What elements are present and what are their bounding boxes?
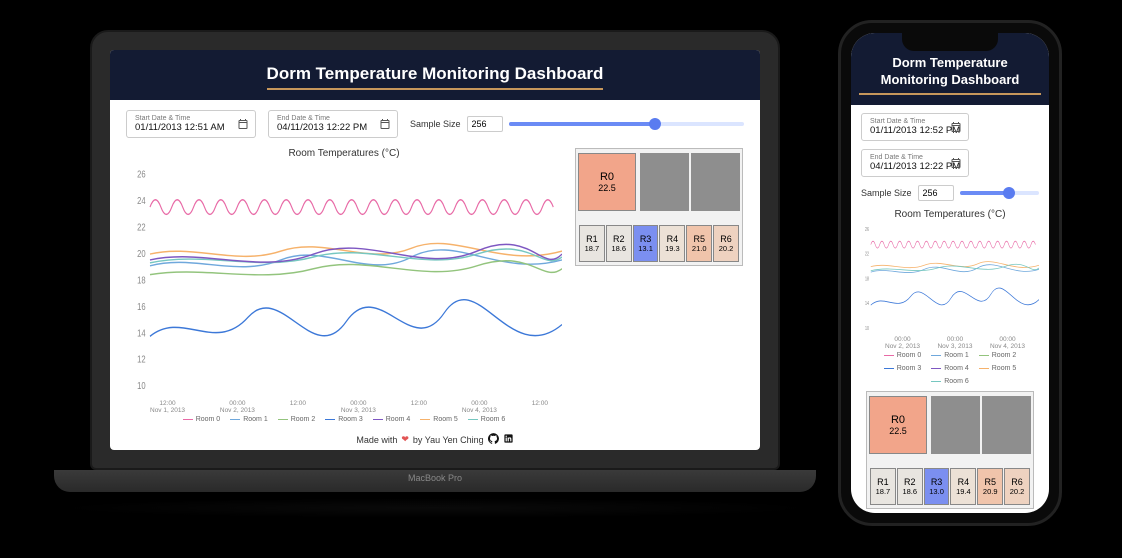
sample-size-label: Sample Size xyxy=(410,119,461,129)
calendar-icon[interactable] xyxy=(237,118,249,130)
room-R4[interactable]: R419.3 xyxy=(659,225,685,262)
legend-item[interactable]: Room 0 xyxy=(183,416,221,423)
x-axis-laptop: 12:00Nov 1, 201300:00Nov 2, 201312:0000:… xyxy=(126,398,562,414)
series-room3 xyxy=(150,300,562,337)
legend-item[interactable]: Room 4 xyxy=(373,416,411,423)
end-date-field[interactable]: End Date & Time 04/11/2013 12:22 PM xyxy=(268,110,398,138)
start-date-value: 01/11/2013 12:51 AM xyxy=(135,122,247,133)
svg-text:14: 14 xyxy=(865,300,869,306)
room-R2[interactable]: R218.6 xyxy=(606,225,632,262)
github-icon[interactable] xyxy=(488,433,499,446)
room-R4[interactable]: R419.4 xyxy=(950,468,976,505)
chart-title: Room Temperatures (°C) xyxy=(126,148,562,159)
chart-legend-phone: Room 0 Room 1 Room 2 Room 3 Room 4 Room 5 Room… xyxy=(861,352,1039,385)
svg-text:26: 26 xyxy=(137,169,145,180)
legend-item[interactable]: Room 1 xyxy=(230,416,268,423)
end-date-value: 04/11/2013 12:22 PM xyxy=(277,122,389,133)
temperature-chart[interactable]: 26 22 18 14 10 xyxy=(861,224,1039,334)
legend-item[interactable]: Room 0 xyxy=(884,352,922,359)
sample-size-control: Sample Size xyxy=(861,185,1039,201)
svg-text:22: 22 xyxy=(137,221,145,232)
page-title: Dorm Temperature Monitoring Dashboard xyxy=(859,55,1041,95)
slider-fill xyxy=(509,122,655,126)
phone-notch xyxy=(902,33,998,51)
room-R1[interactable]: R118.7 xyxy=(579,225,605,262)
series-room0 xyxy=(150,200,553,215)
heart-icon: ❤ xyxy=(401,434,409,445)
room-R0[interactable]: R0 22.5 xyxy=(578,153,636,211)
svg-text:14: 14 xyxy=(137,327,145,338)
chart-panel: Room Temperatures (°C) 26 24 22 20 18 16 14… xyxy=(126,148,562,423)
controls-row: Start Date & Time 01/11/2013 12:51 AM En… xyxy=(110,100,760,148)
sample-size-control: Sample Size xyxy=(410,116,744,132)
floorplan: R0 22.5 R118.7R218.6R313.1R419.3R521.0R6… xyxy=(575,148,743,266)
slider-fill xyxy=(960,191,1009,195)
room-R6[interactable]: R620.2 xyxy=(1004,468,1030,505)
legend-item[interactable]: Room 5 xyxy=(420,416,458,423)
room-row-phone: R118.7R218.6R313.0R419.4R520.9R620.2 xyxy=(867,468,1033,508)
chart-legend: Room 0 Room 1 Room 2 Room 3 Room 4 Room 5 Room… xyxy=(126,416,562,423)
svg-text:20: 20 xyxy=(137,248,145,259)
slider-thumb[interactable] xyxy=(1003,187,1015,199)
start-date-field[interactable]: Start Date & Time 01/11/2013 12:52 PM xyxy=(861,113,969,141)
svg-text:24: 24 xyxy=(137,195,145,206)
calendar-icon[interactable] xyxy=(950,121,962,133)
svg-text:18: 18 xyxy=(865,275,869,281)
laptop-base xyxy=(54,470,816,492)
start-date-field[interactable]: Start Date & Time 01/11/2013 12:51 AM xyxy=(126,110,256,138)
room-R2[interactable]: R218.6 xyxy=(897,468,923,505)
sample-size-slider[interactable] xyxy=(509,122,744,126)
legend-item[interactable]: Room 6 xyxy=(468,416,506,423)
x-axis-phone: 00:00Nov 2, 201300:00Nov 3, 201300:00Nov… xyxy=(861,334,1039,350)
floorplan-hallway xyxy=(576,215,742,225)
laptop-mockup: Dorm Temperature Monitoring Dashboard St… xyxy=(90,30,780,518)
room-R1[interactable]: R118.7 xyxy=(870,468,896,505)
room-row-laptop: R118.7R218.6R313.1R419.3R521.0R620.2 xyxy=(576,225,742,265)
floorplan-nonroom-area xyxy=(640,153,740,211)
legend-item[interactable]: Room 3 xyxy=(325,416,363,423)
controls-row-phone: Start Date & Time 01/11/2013 12:52 PM En… xyxy=(851,105,1049,209)
room-R3[interactable]: R313.1 xyxy=(633,225,659,262)
floorplan-panel: R0 22.5 R118.7R218.6R313.1R419.3R521.0R6… xyxy=(574,148,744,423)
slider-thumb[interactable] xyxy=(649,118,661,130)
svg-text:10: 10 xyxy=(137,380,145,391)
calendar-icon[interactable] xyxy=(379,118,391,130)
room-R6[interactable]: R620.2 xyxy=(713,225,739,262)
sample-size-input[interactable] xyxy=(467,116,503,132)
legend-item[interactable]: Room 4 xyxy=(931,365,969,372)
footer: Made with ❤ by Yau Yen Ching xyxy=(110,429,760,450)
room-R0[interactable]: R0 22.5 xyxy=(869,396,927,454)
page-title: Dorm Temperature Monitoring Dashboard xyxy=(267,64,604,90)
legend-item[interactable]: Room 2 xyxy=(979,352,1017,359)
dashboard-header: Dorm Temperature Monitoring Dashboard xyxy=(110,50,760,100)
sample-size-input[interactable] xyxy=(918,185,954,201)
calendar-icon[interactable] xyxy=(950,157,962,169)
svg-text:10: 10 xyxy=(865,325,869,331)
room-R5[interactable]: R521.0 xyxy=(686,225,712,262)
legend-item[interactable]: Room 1 xyxy=(931,352,969,359)
end-date-field[interactable]: End Date & Time 04/11/2013 12:22 PM xyxy=(861,149,969,177)
svg-text:26: 26 xyxy=(865,226,869,232)
room-R5[interactable]: R520.9 xyxy=(977,468,1003,505)
end-date-label: End Date & Time xyxy=(277,115,389,122)
svg-text:18: 18 xyxy=(137,274,145,285)
svg-text:12: 12 xyxy=(137,354,145,365)
legend-item[interactable]: Room 3 xyxy=(884,365,922,372)
svg-text:22: 22 xyxy=(865,251,869,257)
sample-size-slider[interactable] xyxy=(960,191,1039,195)
legend-item[interactable]: Room 5 xyxy=(979,365,1017,372)
floorplan-panel-phone: R0 22.5 R118.7R218.6R313.0R419.4R520.9R6… xyxy=(861,391,1039,509)
chart-panel-phone: Room Temperatures (°C) 2622 1814 10 xyxy=(861,209,1039,385)
legend-item[interactable]: Room 6 xyxy=(931,378,969,385)
start-date-label: Start Date & Time xyxy=(135,115,247,122)
legend-item[interactable]: Room 2 xyxy=(278,416,316,423)
phone-mockup: Dorm Temperature Monitoring Dashboard St… xyxy=(838,20,1062,526)
linkedin-icon[interactable] xyxy=(503,433,514,446)
room-R3[interactable]: R313.0 xyxy=(924,468,950,505)
y-axis-ticks: 26 24 22 20 18 16 14 12 10 xyxy=(137,169,145,392)
svg-text:16: 16 xyxy=(137,301,145,312)
temperature-chart[interactable]: 26 24 22 20 18 16 14 12 10 xyxy=(126,163,562,398)
